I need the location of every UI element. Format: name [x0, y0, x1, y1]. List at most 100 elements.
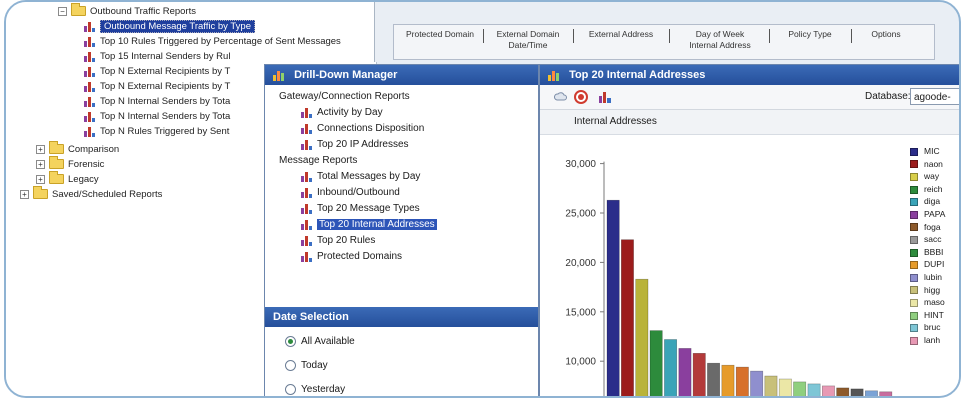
report-icon — [84, 51, 96, 62]
database-select[interactable]: agoode- — [910, 88, 959, 105]
legend-label: sacc — [924, 234, 942, 245]
chart-bar[interactable] — [836, 387, 850, 398]
tree-item-label: Forensic — [68, 159, 105, 170]
tab-label: Protected Domain — [405, 29, 475, 39]
tab-6[interactable]: Options — [856, 29, 916, 40]
tree-report-item[interactable]: Top N Internal Senders by Tota — [84, 94, 230, 110]
tree-report-item[interactable]: Top N Internal Senders by Tota — [84, 109, 230, 125]
chart-bar[interactable] — [721, 364, 735, 398]
chart-bar[interactable] — [621, 239, 634, 398]
drilldown-report-item[interactable]: Top 20 Rules — [301, 233, 375, 248]
drilldown-report-item[interactable]: Top 20 Internal Addresses — [301, 217, 437, 232]
report-icon — [84, 81, 96, 92]
legend-label: lanh — [924, 335, 941, 345]
expander-icon[interactable]: + — [20, 189, 29, 199]
tree-report-item[interactable]: Top N External Recipients by T — [84, 79, 230, 95]
drilldown-report-item[interactable]: Top 20 Message Types — [301, 201, 420, 216]
legend-swatch — [910, 261, 918, 270]
chart-bar[interactable] — [879, 391, 893, 398]
tree-report-item[interactable]: Top 10 Rules Triggered by Percentage of … — [84, 34, 341, 50]
chart-bar[interactable] — [692, 353, 706, 398]
chart-bar[interactable] — [850, 388, 864, 398]
legend-swatch — [910, 160, 918, 169]
chart-bar[interactable] — [635, 278, 649, 398]
drilldown-report-item[interactable]: Inbound/Outbound — [301, 185, 400, 200]
drilldown-manager-window: Drill-Down Manager Gateway/Connection Re… — [264, 64, 539, 396]
legend-label: foga — [924, 221, 941, 232]
tree-report-item[interactable]: Top N Rules Triggered by Sent — [84, 124, 229, 140]
chart-bar[interactable] — [821, 385, 835, 398]
tab-4[interactable]: Day of Week Internal Address — [674, 29, 766, 51]
chart-bar[interactable] — [778, 378, 792, 398]
drilldown-report-item[interactable]: Activity by Day — [301, 105, 383, 120]
chart-bar[interactable] — [793, 381, 807, 398]
chart-bar[interactable] — [735, 366, 749, 398]
legend-label: naon — [924, 158, 943, 169]
chart-bar[interactable] — [707, 362, 720, 398]
chart-icon[interactable] — [598, 90, 612, 104]
tree-item-label: Outbound Message Traffic by Type — [100, 20, 255, 33]
tab-label: Options — [871, 29, 901, 39]
report-icon — [301, 187, 313, 198]
date-option[interactable]: Yesterday — [285, 383, 346, 396]
report-icon — [301, 139, 313, 150]
folder-icon — [49, 141, 64, 155]
legend-entry: DUPI — [910, 258, 944, 270]
chart-bar[interactable] — [606, 199, 620, 398]
expander-icon[interactable]: − — [58, 6, 67, 16]
drilldown-item-label: Activity by Day — [317, 107, 383, 118]
drilldown-report-item[interactable]: Protected Domains — [301, 249, 402, 264]
expander-icon[interactable]: + — [36, 174, 45, 184]
drilldown-report-item[interactable]: Connections Disposition — [301, 121, 424, 136]
legend-entry: PAPA — [910, 208, 945, 220]
radio-button[interactable] — [285, 359, 296, 371]
y-tick-label: 25,000 — [565, 209, 596, 220]
chart-bar[interactable] — [678, 348, 692, 398]
legend-swatch — [910, 286, 918, 295]
radio-button[interactable] — [285, 383, 296, 395]
tab-3[interactable]: External Address — [576, 29, 666, 40]
chart-bar[interactable] — [664, 339, 678, 399]
cloud-icon[interactable] — [554, 90, 568, 104]
date-option[interactable]: All Available — [285, 335, 355, 349]
chart-bar[interactable] — [807, 383, 821, 398]
tree-folder[interactable]: + Legacy — [36, 171, 99, 188]
expander-icon[interactable]: + — [36, 144, 45, 154]
legend-swatch — [910, 185, 918, 194]
tree-folder[interactable]: − Outbound Traffic Reports — [58, 3, 196, 20]
chart-bar[interactable] — [864, 390, 878, 398]
tree-folder[interactable]: + Saved/Scheduled Reports — [20, 186, 162, 203]
date-option-label: Today — [301, 360, 328, 371]
tree-report-item[interactable]: Outbound Message Traffic by Type — [84, 19, 255, 35]
date-option-label: Yesterday — [301, 384, 346, 395]
date-selection-panel: Date Selection All Available Today Yesterd… — [265, 307, 538, 396]
tree-item-label: Comparison — [68, 144, 120, 155]
report-icon — [84, 66, 96, 77]
tab-5[interactable]: Policy Type — [772, 29, 848, 40]
date-option[interactable]: Today — [285, 359, 328, 373]
tree-folder[interactable]: + Forensic — [36, 156, 105, 173]
tab-label: External Address — [588, 29, 654, 39]
record-icon[interactable] — [574, 90, 588, 104]
chart-toolbar: Database: agoode- — [540, 85, 959, 110]
tab-separator — [573, 29, 574, 43]
radio-button[interactable] — [285, 335, 296, 347]
tree-report-item[interactable]: Top 15 Internal Senders by Rul — [84, 49, 230, 65]
drilldown-item-label: Top 20 IP Addresses — [317, 139, 409, 150]
tab-1[interactable]: Protected Domain — [400, 29, 480, 40]
report-icon — [301, 123, 313, 134]
chart-bar[interactable] — [750, 370, 764, 398]
expander-icon[interactable]: + — [36, 159, 45, 169]
chart-bar[interactable] — [764, 375, 778, 398]
drilldown-report-item[interactable]: Total Messages by Day — [301, 169, 420, 184]
chart-bar[interactable] — [649, 330, 663, 398]
drilldown-item-label: Top 20 Message Types — [317, 203, 420, 214]
drilldown-report-item[interactable]: Top 20 IP Addresses — [301, 137, 409, 152]
tab-2[interactable]: External Domain Date/Time — [486, 29, 570, 51]
tree-item-label: Top N Internal Senders by Tota — [100, 111, 231, 122]
tree-report-item[interactable]: Top N External Recipients by T — [84, 64, 230, 80]
legend-label: MIC — [924, 146, 940, 156]
report-icon — [84, 126, 96, 137]
legend-entry: diga — [910, 195, 940, 207]
legend-entry: naon — [910, 158, 943, 170]
